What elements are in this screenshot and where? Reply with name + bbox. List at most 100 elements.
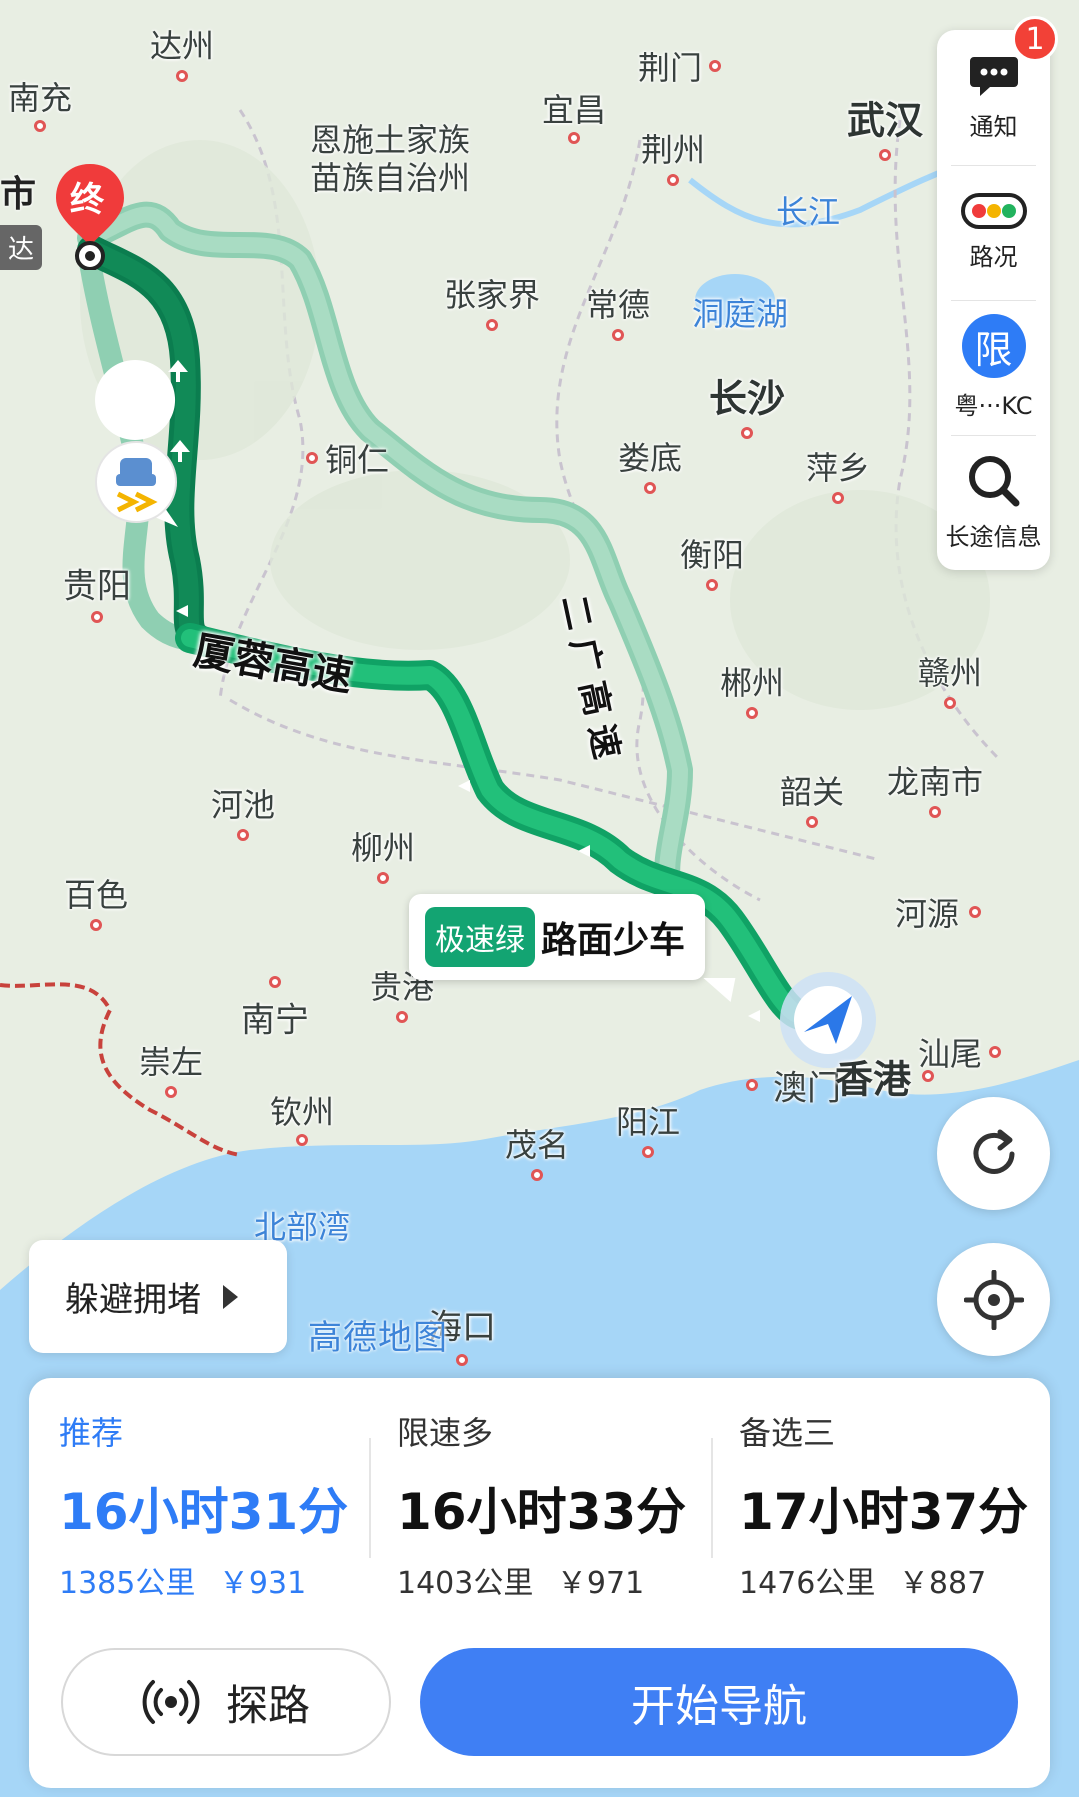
route-name: 推荐: [59, 1414, 124, 1452]
city-label[interactable]: 崇左: [139, 1037, 203, 1083]
long-trip-info-button[interactable]: 长途信息: [937, 435, 1050, 570]
city-label[interactable]: 阳江: [616, 1097, 680, 1143]
city-label[interactable]: 长江: [776, 187, 840, 233]
city-label[interactable]: 武汉: [847, 90, 923, 145]
explore-route-button[interactable]: 探路: [61, 1648, 391, 1756]
route-toll: ￥887: [898, 1566, 987, 1601]
traffic-light-icon: [960, 193, 1027, 229]
route-duration: 17小时37分: [739, 1483, 1029, 1541]
locate-icon: [963, 1269, 1024, 1330]
city-label[interactable]: 萍乡: [806, 443, 870, 489]
city-label[interactable]: 南充: [8, 73, 72, 119]
route-duration: 16小时33分: [397, 1483, 687, 1541]
city-label[interactable]: 河池: [211, 780, 275, 826]
search-icon: [968, 456, 1019, 507]
city-dot: [879, 149, 891, 161]
city-label[interactable]: 荆门: [638, 43, 702, 89]
city-dot: [531, 1169, 543, 1181]
traffic-label: 路况: [969, 243, 1018, 271]
city-dot: [832, 492, 844, 504]
route-option-alternative-3[interactable]: 备选三 17小时37分 1476公里 ￥887: [739, 1408, 1059, 1602]
city-label[interactable]: 汕尾: [918, 1029, 982, 1075]
city-dot: [377, 872, 389, 884]
traffic-button[interactable]: 路况: [937, 165, 1050, 300]
city-label[interactable]: 香港: [835, 1049, 911, 1104]
route-distance: 1385公里: [59, 1566, 196, 1601]
city-label[interactable]: 衡阳: [680, 530, 744, 576]
city-dot: [306, 452, 318, 464]
plate-restriction-label: 粤···KC: [954, 392, 1033, 420]
route-duration: 16小时31分: [59, 1483, 349, 1541]
explore-route-label: 探路: [225, 1680, 310, 1730]
start-navigation-label: 开始导航: [631, 1681, 807, 1732]
map-watermark: 高德地图: [308, 1318, 448, 1358]
partial-city-tag: 达: [0, 225, 43, 270]
city-dot: [989, 1046, 1001, 1058]
route-toll: ￥931: [218, 1566, 307, 1601]
city-dot: [746, 1079, 758, 1091]
city-label[interactable]: 河源: [895, 889, 959, 935]
destination-marker-label: 终: [70, 180, 104, 220]
city-dot: [806, 816, 818, 828]
city-label[interactable]: 韶关: [780, 767, 844, 813]
city-label[interactable]: 常德: [586, 280, 650, 326]
route-tip-text: 路面少车: [541, 920, 686, 961]
start-navigation-button[interactable]: 开始导航: [420, 1648, 1018, 1756]
route-meta: 1476公里 ￥887: [739, 1558, 1059, 1602]
city-dot: [176, 70, 188, 82]
city-label[interactable]: 洞庭湖: [692, 289, 788, 335]
route-option-speed-limit[interactable]: 限速多 16小时33分 1403公里 ￥971: [397, 1408, 717, 1602]
message-icon: [969, 57, 1018, 96]
city-label[interactable]: 郴州: [720, 658, 784, 704]
play-arrow-icon: [223, 1284, 238, 1309]
partial-city-label: 市: [0, 174, 37, 215]
city-label[interactable]: 赣州: [918, 648, 982, 694]
city-label[interactable]: 贵阳: [63, 559, 131, 608]
notify-button[interactable]: 通知 1: [937, 16, 1058, 165]
long-trip-info-label: 长途信息: [945, 523, 1042, 551]
city-dot: [644, 482, 656, 494]
city-dot: [165, 1086, 177, 1098]
city-label[interactable]: 娄底: [618, 433, 682, 479]
city-dot: [396, 1011, 408, 1023]
city-label[interactable]: 钦州: [270, 1087, 334, 1133]
locate-me-button[interactable]: [937, 1243, 1050, 1356]
city-label[interactable]: 澳门: [773, 1061, 841, 1110]
city-label[interactable]: 达州: [150, 21, 214, 67]
city-label[interactable]: 张家界: [444, 270, 540, 316]
city-label[interactable]: 南宁: [241, 993, 309, 1042]
broadcast-icon: [142, 1680, 200, 1724]
city-label[interactable]: 铜仁: [325, 435, 389, 481]
city-dot: [296, 1134, 308, 1146]
city-label[interactable]: 柳州: [351, 823, 415, 869]
city-dot: [91, 611, 103, 623]
route-toll: ￥971: [556, 1566, 645, 1601]
city-label[interactable]: 宜昌: [542, 85, 606, 131]
city-label[interactable]: 茂名: [505, 1120, 569, 1166]
route-distance: 1403公里: [397, 1566, 534, 1601]
route-tip-tag: 极速绿: [425, 907, 535, 967]
plate-restriction-button[interactable]: 限 粤···KC: [937, 300, 1050, 435]
avoid-congestion-button[interactable]: 躲避拥堵: [29, 1240, 287, 1353]
city-dot: [486, 319, 498, 331]
restriction-icon: 限: [961, 314, 1026, 378]
city-dot: [568, 132, 580, 144]
refresh-button[interactable]: [937, 1097, 1050, 1210]
route-meta: 1385公里 ￥931: [59, 1558, 379, 1602]
route-options-card: 推荐 16小时31分 1385公里 ￥931 限速多 16小时33分 1403公…: [29, 1378, 1050, 1788]
city-dot: [746, 707, 758, 719]
city-dot: [709, 60, 721, 72]
city-label[interactable]: 百色: [64, 870, 128, 916]
map-tools-panel: 通知 1 路况 限 粤···KC 长途信息: [937, 16, 1058, 570]
city-dot: [741, 427, 753, 439]
city-label[interactable]: 龙南市: [887, 757, 983, 803]
city-label[interactable]: 长沙: [709, 368, 785, 423]
city-dot: [34, 120, 46, 132]
city-dot: [90, 919, 102, 931]
route-name: 备选三: [739, 1414, 836, 1452]
route-tip-callout[interactable]: 极速绿 路面少车: [409, 894, 747, 1002]
city-label[interactable]: 荆州: [641, 125, 705, 171]
city-dot: [237, 829, 249, 841]
route-option-recommended[interactable]: 推荐 16小时31分 1385公里 ￥931: [59, 1408, 379, 1602]
city-label[interactable]: 苗族自治州: [310, 153, 470, 199]
